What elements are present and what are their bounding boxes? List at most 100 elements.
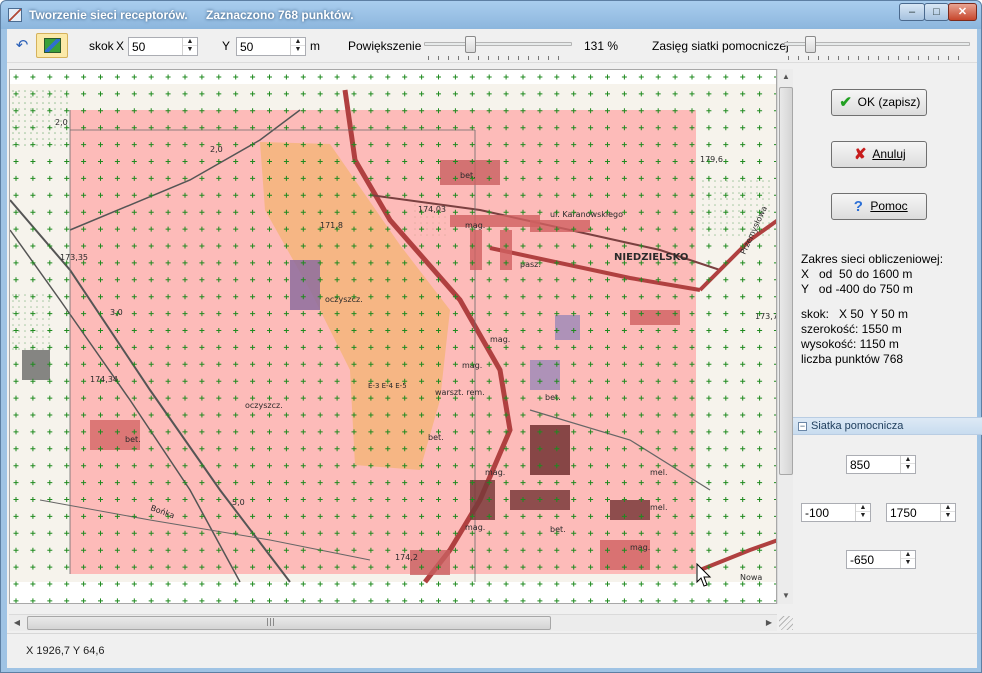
helper-grid-right-value[interactable]: 1750: [890, 506, 917, 520]
helper-grid-right-up[interactable]: ▲: [941, 504, 955, 512]
y-step-down[interactable]: ▼: [291, 46, 305, 54]
zoom-label: Powiększenie: [348, 39, 422, 53]
skok-label: skok: [89, 39, 114, 53]
grid-range-thumb[interactable]: [805, 36, 816, 53]
cancel-button[interactable]: ✘ Anuluj: [831, 141, 927, 168]
horizontal-scroll-thumb[interactable]: [27, 616, 551, 630]
grid-range-label: Zasięg siatki pomocniczej: [652, 39, 789, 53]
grid-range-ticks: [788, 56, 966, 60]
zoom-value: 131 %: [584, 39, 619, 53]
title-bar[interactable]: Tworzenie sieci receptorów. Zaznaczono 7…: [1, 1, 981, 29]
map-label: 174,2: [395, 553, 418, 562]
zoom-slider[interactable]: [424, 33, 572, 61]
map-label: 3,0: [110, 308, 123, 317]
map-label: 174,34: [90, 375, 118, 384]
help-icon: ?: [853, 198, 863, 215]
map-canvas[interactable]: NIEDZIELSKO ul. Karanowskiego Przemysłow…: [10, 70, 777, 604]
building: [22, 350, 50, 380]
check-icon: ✔: [839, 94, 852, 111]
map-label: warszt. rem.: [435, 388, 485, 397]
helper-grid-top-spinner[interactable]: 850 ▲ ▼: [846, 455, 916, 474]
y-step-label: Y: [222, 39, 231, 53]
resize-grip-icon[interactable]: [779, 616, 793, 630]
helper-grid-left-spinner[interactable]: -100 ▲ ▼: [801, 503, 871, 522]
helper-grid-bottom-value[interactable]: -650: [850, 553, 874, 567]
map-layer-button[interactable]: [36, 33, 68, 58]
zoom-slider-thumb[interactable]: [465, 36, 476, 53]
status-bar: X 1926,7 Y 64,6: [7, 633, 977, 668]
info-step: skok: X 50 Y 50 m: [801, 307, 908, 321]
help-button[interactable]: ? Pomoc: [831, 193, 927, 220]
x-step-label: X: [116, 39, 125, 53]
map-label: mag.: [485, 468, 505, 477]
map-label: 2,0: [210, 145, 223, 154]
map-label: mag.: [490, 335, 510, 344]
building: [290, 260, 320, 310]
x-step-up[interactable]: ▲: [183, 38, 197, 46]
helper-grid-bottom-down[interactable]: ▼: [901, 559, 915, 567]
vertical-scrollbar[interactable]: ▲ ▼: [777, 69, 793, 604]
helper-grid-top-value[interactable]: 850: [850, 458, 870, 472]
zoom-slider-track[interactable]: [424, 42, 572, 46]
helper-grid-right-spinner[interactable]: 1750 ▲ ▼: [886, 503, 956, 522]
helper-grid-left-down[interactable]: ▼: [856, 512, 870, 520]
map-label: 2,0: [55, 118, 68, 127]
y-step-up[interactable]: ▲: [291, 38, 305, 46]
map-label: oczyszcz.: [325, 295, 363, 304]
undo-icon[interactable]: ↶: [13, 37, 31, 55]
collapse-icon[interactable]: −: [798, 422, 807, 431]
close-button[interactable]: ✕: [948, 3, 977, 21]
horizontal-scrollbar[interactable]: ◀ ▶: [9, 614, 777, 631]
scroll-down-arrow[interactable]: ▼: [778, 588, 794, 604]
x-step-value[interactable]: 50: [132, 40, 145, 54]
map-label: 179,6: [700, 155, 723, 164]
scroll-grip-icon: [267, 618, 275, 626]
app-window: Tworzenie sieci receptorów. Zaznaczono 7…: [0, 0, 982, 673]
cross-icon: ✘: [854, 146, 867, 163]
building: [530, 425, 570, 475]
map-view[interactable]: NIEDZIELSKO ul. Karanowskiego Przemysłow…: [9, 69, 777, 604]
ok-button[interactable]: ✔ OK (zapisz): [831, 89, 927, 116]
helper-grid-top-down[interactable]: ▼: [901, 464, 915, 472]
map-label: bet.: [125, 435, 141, 444]
helper-grid-right-down[interactable]: ▼: [941, 512, 955, 520]
info-y-range: Y od -400 do 750 m: [801, 282, 913, 296]
scroll-right-arrow[interactable]: ▶: [761, 615, 777, 631]
info-height: wysokość: 1150 m: [801, 337, 899, 351]
y-step-spinner[interactable]: 50 ▲ ▼: [236, 37, 306, 56]
x-step-down[interactable]: ▼: [183, 46, 197, 54]
info-width: szerokość: 1550 m: [801, 322, 902, 336]
map-label: ul. Karanowskiego: [550, 210, 623, 219]
map-icon: [44, 38, 61, 53]
zoom-slider-ticks: [428, 56, 568, 60]
window-subtitle: Zaznaczono 768 punktów.: [206, 8, 354, 22]
map-label: mel.: [650, 503, 667, 512]
map-label: mag.: [465, 523, 485, 532]
map-label: mag.: [465, 221, 485, 230]
helper-grid-section-label: Siatka pomocnicza: [811, 420, 904, 432]
map-label: mel.: [650, 468, 667, 477]
x-step-spinner[interactable]: 50 ▲ ▼: [128, 37, 198, 56]
map-label: bet.: [428, 433, 444, 442]
building: [530, 220, 590, 232]
scroll-up-arrow[interactable]: ▲: [778, 69, 794, 85]
helper-grid-bottom-up[interactable]: ▲: [901, 551, 915, 559]
window-title: Tworzenie sieci receptorów.: [29, 8, 188, 22]
y-step-value[interactable]: 50: [240, 40, 253, 54]
map-label: bet.: [545, 393, 561, 402]
helper-grid-left-up[interactable]: ▲: [856, 504, 870, 512]
helper-grid-bottom-spinner[interactable]: -650 ▲ ▼: [846, 550, 916, 569]
app-icon: [8, 8, 22, 22]
minimize-button[interactable]: –: [899, 3, 925, 21]
grid-range-slider[interactable]: [784, 33, 970, 61]
help-button-label: Pomoc: [870, 199, 908, 213]
building: [630, 310, 680, 325]
maximize-button[interactable]: □: [924, 3, 949, 21]
vertical-scroll-thumb[interactable]: [779, 87, 793, 475]
ok-button-label: OK (zapisz): [857, 95, 921, 109]
building: [555, 315, 580, 340]
helper-grid-top-up[interactable]: ▲: [901, 456, 915, 464]
scroll-left-arrow[interactable]: ◀: [9, 615, 25, 631]
helper-grid-left-value[interactable]: -100: [805, 506, 829, 520]
helper-grid-section-header[interactable]: − Siatka pomocnicza: [793, 417, 982, 435]
